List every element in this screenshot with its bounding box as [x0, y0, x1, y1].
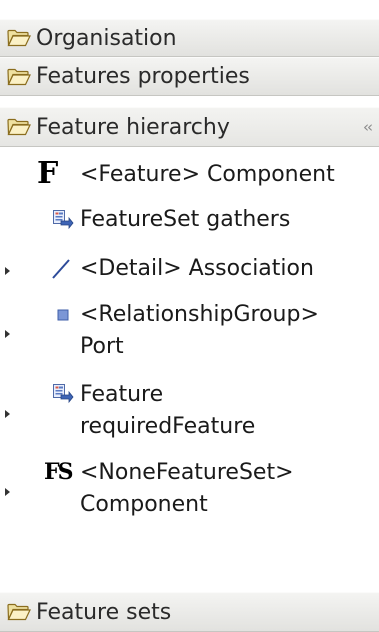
- drawer-label-features-properties: Features properties: [36, 64, 250, 89]
- drawer-feature-hierarchy[interactable]: Feature hierarchy ‹‹: [0, 107, 379, 147]
- expand-arrow-icon[interactable]: [5, 330, 10, 338]
- palette-item-label-line2: Component: [80, 492, 208, 517]
- palette-item-label: FeatureSet gathers: [80, 207, 291, 232]
- expand-arrow-icon[interactable]: [5, 488, 10, 496]
- palette-item-label-line2: Port: [80, 334, 124, 359]
- double-chevron-left-icon[interactable]: ‹‹: [363, 118, 373, 136]
- port-square-icon: [57, 309, 69, 321]
- folder-open-icon: [7, 68, 31, 86]
- palette-item-detail-association[interactable]: <Detail> Association: [0, 251, 379, 287]
- palette-item-featureset-gathers[interactable]: FeatureSet gathers: [0, 202, 379, 238]
- palette-item-label-line2: requiredFeature: [80, 414, 256, 439]
- drawer-features-properties[interactable]: Features properties: [0, 57, 379, 96]
- folder-open-icon: [7, 118, 31, 136]
- feature-F-icon: F: [37, 156, 59, 191]
- palette-item-label: <Detail> Association: [80, 256, 314, 281]
- drawer-feature-sets[interactable]: Feature sets: [0, 592, 379, 632]
- feature-set-FS-icon: FS: [44, 459, 73, 485]
- palette-item-label-line1: Feature: [80, 382, 164, 407]
- palette-item-label-line1: <RelationshipGroup>: [80, 302, 319, 327]
- association-line-icon: [52, 259, 70, 279]
- folder-open-icon: [7, 29, 31, 47]
- drawer-label-feature-hierarchy: Feature hierarchy: [36, 114, 230, 140]
- folder-open-icon: [7, 603, 31, 621]
- palette-item-label-line1: <NoneFeatureSet>: [80, 460, 294, 485]
- palette-item-nonefeatureset-component[interactable]: FS <NoneFeatureSet> Component: [0, 454, 379, 524]
- expand-arrow-icon[interactable]: [5, 267, 10, 275]
- palette-item-feature-component[interactable]: F <Feature> Component: [0, 157, 379, 193]
- palette-item-relationshipgroup-port[interactable]: <RelationshipGroup> Port: [0, 296, 379, 366]
- featureset-gathers-icon: [52, 209, 74, 231]
- drawer-label-feature-sets: Feature sets: [36, 599, 172, 625]
- drawer-label-organisation: Organisation: [36, 25, 177, 51]
- palette-item-feature-requiredfeature[interactable]: Feature requiredFeature: [0, 376, 379, 446]
- expand-arrow-icon[interactable]: [5, 410, 10, 418]
- drawer-organisation[interactable]: Organisation: [0, 19, 379, 57]
- palette-item-label: <Feature> Component: [80, 162, 335, 187]
- required-feature-icon: [52, 383, 74, 405]
